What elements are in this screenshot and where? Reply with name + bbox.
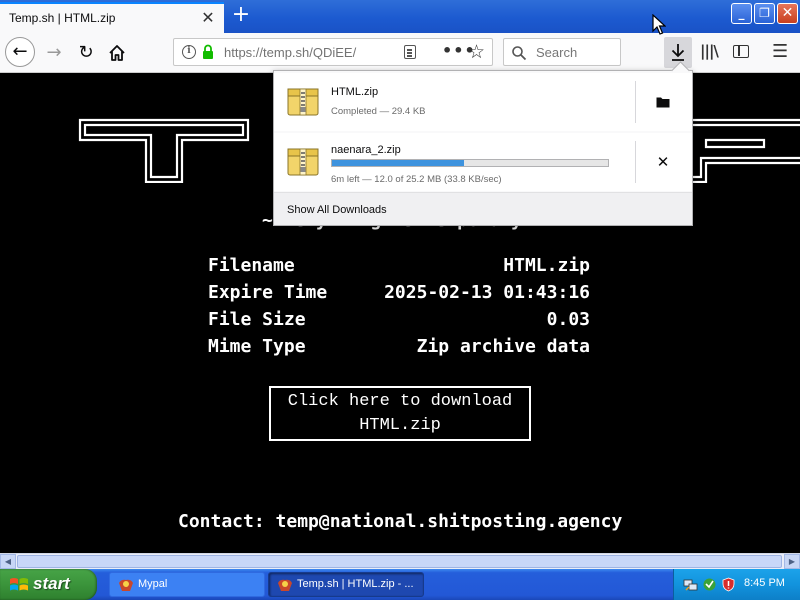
download-button-line2: HTML.zip: [359, 416, 441, 435]
hamburger-menu-icon[interactable]: ☰: [772, 41, 788, 62]
taskbar-item-mypal[interactable]: Mypal: [109, 572, 265, 597]
windows-taskbar: start Mypal Temp.sh | HTML.zip - ... 8:4: [0, 569, 800, 600]
show-all-downloads-label: Show All Downloads: [287, 204, 387, 216]
download-button-line1: Click here to download: [287, 392, 513, 411]
security-shield-icon[interactable]: [721, 577, 736, 592]
horizontal-scrollbar[interactable]: ◀ ▶: [0, 553, 800, 569]
library-icon[interactable]: |||\: [700, 42, 719, 60]
new-tab-icon[interactable]: +: [230, 4, 252, 26]
mypal-icon: [278, 579, 292, 591]
task-label: Mypal: [138, 578, 168, 590]
mime-type-value: Zip archive data: [416, 336, 590, 357]
scrollbar-thumb[interactable]: [17, 555, 782, 568]
search-placeholder: Search: [536, 45, 578, 60]
close-window-button[interactable]: ✕: [777, 3, 798, 24]
download-status: 6m left — 12.0 of 25.2 MB (33.8 KB/sec): [331, 174, 502, 185]
home-button[interactable]: [103, 39, 131, 67]
download-item[interactable]: naenara_2.zip 6m left — 12.0 of 25.2 MB …: [274, 133, 692, 191]
bookmark-star-icon[interactable]: ☆: [468, 41, 485, 63]
cancel-download-button[interactable]: ✕: [649, 149, 677, 175]
download-progress-fill: [332, 160, 465, 166]
volume-icon[interactable]: [702, 577, 717, 592]
reader-view-icon[interactable]: [404, 45, 416, 59]
divider: [635, 141, 636, 183]
download-item[interactable]: HTML.zip Completed — 29.4 KB: [274, 73, 692, 131]
forward-button[interactable]: →: [40, 39, 68, 67]
taskbar-item-temp-sh[interactable]: Temp.sh | HTML.zip - ...: [268, 572, 424, 597]
windows-logo-icon: [10, 578, 28, 591]
file-size-value: 0.03: [546, 309, 590, 330]
start-button[interactable]: start: [0, 569, 97, 600]
expire-time-label: Expire Time: [208, 282, 328, 303]
lock-icon[interactable]: [202, 44, 214, 60]
folder-icon: [656, 97, 670, 108]
scroll-right-icon[interactable]: ▶: [784, 554, 800, 569]
divider: [635, 81, 636, 123]
download-progress-bar: [331, 159, 609, 167]
show-all-downloads-button[interactable]: Show All Downloads: [274, 193, 692, 225]
zip-file-icon: [287, 148, 319, 176]
home-icon: [109, 45, 125, 61]
search-bar[interactable]: Search: [503, 38, 621, 66]
download-status: Completed — 29.4 KB: [331, 106, 426, 117]
search-icon: [512, 46, 527, 61]
mouse-cursor-icon: [652, 14, 666, 35]
system-tray: 8:45 PM: [673, 569, 800, 600]
download-name: naenara_2.zip: [331, 144, 401, 156]
sidebar-icon[interactable]: [733, 45, 749, 58]
tab-title: Temp.sh | HTML.zip: [9, 11, 116, 25]
url-text[interactable]: https://temp.sh/QDiEE/: [224, 45, 374, 60]
browser-titlebar: Temp.sh | HTML.zip ✕ + _ ❐ ✕: [0, 0, 800, 33]
cancel-icon: ✕: [656, 153, 670, 171]
filename-value: HTML.zip: [503, 255, 590, 276]
maximize-button[interactable]: ❐: [754, 3, 775, 24]
open-folder-button[interactable]: [649, 89, 677, 115]
file-size-label: File Size: [208, 309, 306, 330]
start-label: start: [33, 574, 70, 593]
task-label: Temp.sh | HTML.zip - ...: [297, 578, 414, 590]
expire-time-value: 2025-02-13 01:43:16: [384, 282, 590, 303]
contact-text: Contact: temp@national.shitposting.agenc…: [178, 511, 623, 532]
download-name: HTML.zip: [331, 86, 379, 98]
zip-file-icon: [287, 88, 319, 116]
scroll-left-icon[interactable]: ◀: [0, 554, 16, 569]
tab-close-icon[interactable]: ✕: [199, 9, 217, 27]
tab-temp-sh[interactable]: Temp.sh | HTML.zip ✕: [0, 2, 224, 33]
reload-button[interactable]: ↻: [72, 39, 100, 67]
url-bar[interactable]: i https://temp.sh/QDiEE/ ••• ☆: [173, 38, 493, 66]
site-info-icon[interactable]: i: [182, 45, 196, 59]
minimize-button[interactable]: _: [731, 3, 752, 24]
network-icon[interactable]: [683, 577, 698, 592]
download-file-button[interactable]: Click here to download HTML.zip: [269, 386, 531, 441]
clock: 8:45 PM: [744, 577, 785, 589]
mime-type-label: Mime Type: [208, 336, 306, 357]
downloads-panel: HTML.zip Completed — 29.4 KB naenara_2.z…: [273, 61, 693, 226]
filename-label: Filename: [208, 255, 295, 276]
mypal-icon: [119, 579, 133, 591]
back-button[interactable]: ←: [5, 37, 35, 67]
